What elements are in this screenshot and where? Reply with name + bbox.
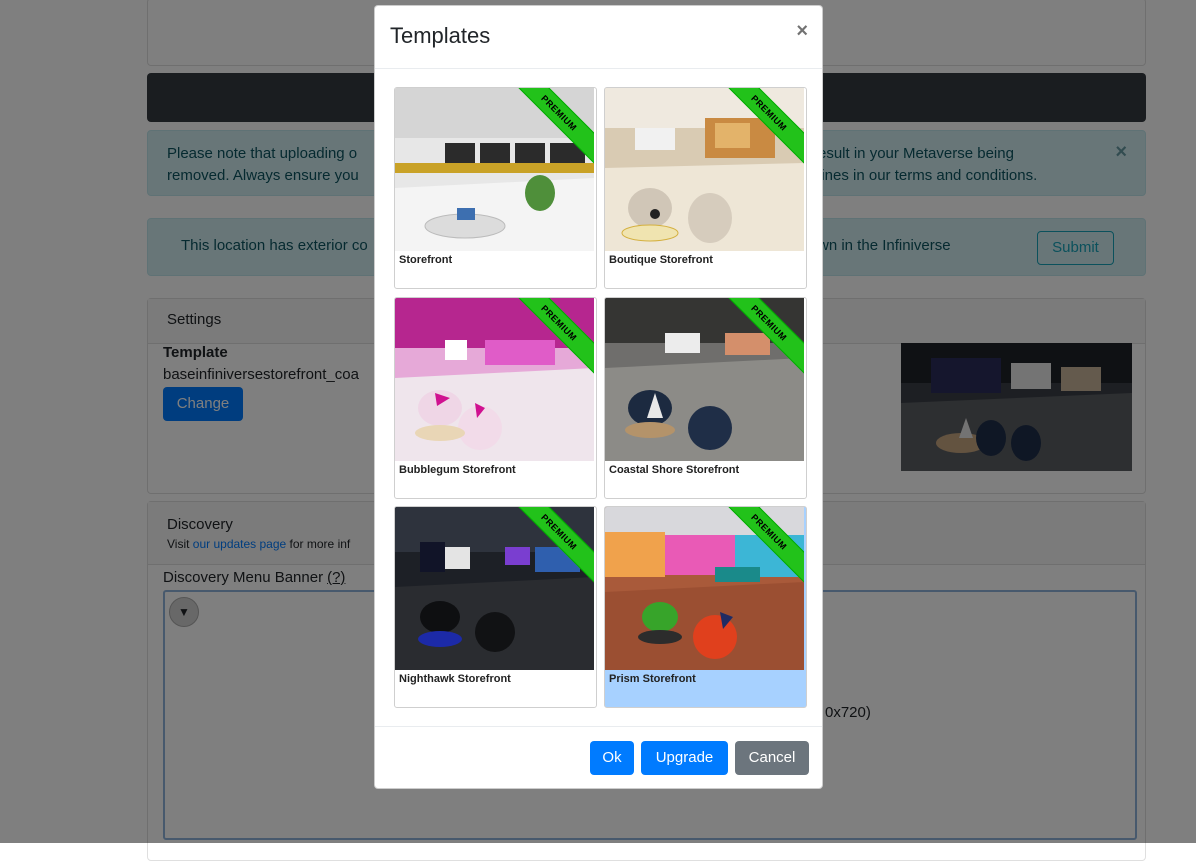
template-card-nighthawk-storefront[interactable]: PREMIUM Nighthawk Storefront (394, 506, 597, 708)
template-card-boutique-storefront[interactable]: PREMIUM Boutique Storefront (604, 87, 807, 289)
template-name: Prism Storefront (609, 673, 696, 685)
modal-footer: Ok Upgrade Cancel (375, 726, 822, 788)
template-card-bubblegum-storefront[interactable]: PREMIUM Bubblegum Storefront (394, 297, 597, 499)
template-thumbnail: PREMIUM (605, 507, 804, 670)
modal-header: Templates × (375, 6, 822, 69)
template-name: Coastal Shore Storefront (609, 464, 740, 476)
close-icon[interactable]: × (796, 20, 808, 43)
template-name: Boutique Storefront (609, 254, 713, 266)
template-card-prism-storefront[interactable]: PREMIUM Prism Storefront (604, 506, 807, 708)
template-thumbnail: PREMIUM (395, 298, 594, 461)
template-thumbnail: PREMIUM (605, 88, 804, 251)
upgrade-button[interactable]: Upgrade (641, 741, 728, 775)
template-thumbnail: PREMIUM (395, 88, 594, 251)
template-thumbnail: PREMIUM (605, 298, 804, 461)
templates-modal: Templates × PREMIUM Storefront PREMIUM B… (374, 5, 823, 789)
template-name: Bubblegum Storefront (399, 464, 516, 476)
modal-title: Templates (390, 23, 491, 48)
cancel-button[interactable]: Cancel (735, 741, 809, 775)
template-name: Storefront (399, 254, 453, 266)
template-card-coastal-shore-storefront[interactable]: PREMIUM Coastal Shore Storefront (604, 297, 807, 499)
ok-button[interactable]: Ok (590, 741, 634, 775)
template-thumbnail: PREMIUM (395, 507, 594, 670)
template-name: Nighthawk Storefront (399, 673, 511, 685)
template-card-storefront[interactable]: PREMIUM Storefront (394, 87, 597, 289)
